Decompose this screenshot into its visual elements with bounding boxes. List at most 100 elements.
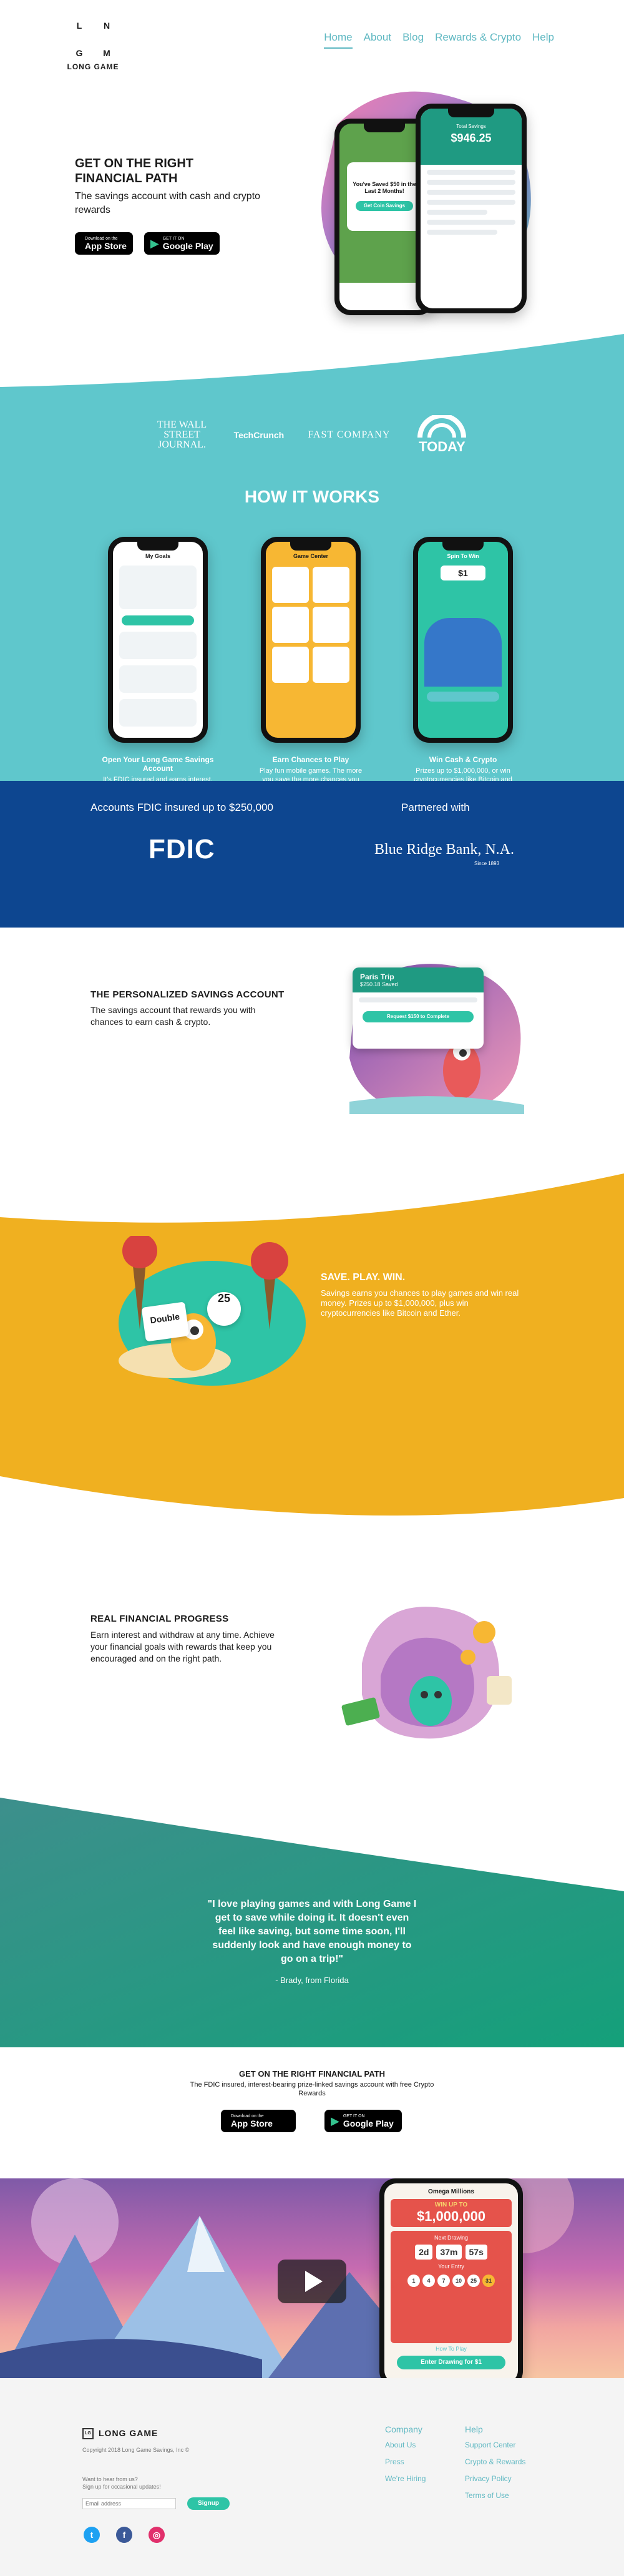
how-step-2-title: Earn Chances to Play: [272, 755, 349, 764]
savings-goal-card: Paris Trip $250.18 Saved Request $150 to…: [353, 967, 484, 1049]
cta-subtitle: The FDIC insured, interest-bearing prize…: [190, 2081, 434, 2097]
press-techcrunch: TechCrunch: [233, 430, 285, 440]
your-entry-label: Your Entry: [438, 2263, 464, 2270]
footer-link-privacy[interactable]: Privacy Policy: [465, 2474, 525, 2483]
how-phone-2: Game Center: [261, 537, 361, 743]
logo-grid: L N G M: [65, 19, 121, 60]
play-text: Savings earns you chances to play games …: [321, 1288, 519, 1318]
entry-number: 10: [452, 2275, 465, 2287]
nav-rewards-crypto[interactable]: Rewards & Crypto: [435, 31, 521, 49]
timer-badge: 25: [207, 1292, 241, 1326]
page: L N G M LONG GAME Home About Blog Reward…: [0, 0, 624, 2576]
promo-video[interactable]: Omega Millions WIN UP TO $1,000,000 Next…: [0, 2178, 624, 2378]
countdown-days: 2d: [415, 2245, 433, 2260]
entry-number: 1: [407, 2275, 420, 2287]
footer-link-terms[interactable]: Terms of Use: [465, 2491, 525, 2500]
play-store-icon: ▶: [150, 237, 159, 250]
how-phone-3: Spin To Win $1: [413, 537, 513, 743]
footer-link-support[interactable]: Support Center: [465, 2441, 525, 2449]
next-drawing-label: Next Drawing: [434, 2235, 469, 2241]
video-phone-win-label: WIN UP TO: [434, 2201, 468, 2208]
how-to-play-link[interactable]: How To Play: [384, 2346, 518, 2352]
play-illustration: [119, 1236, 306, 1386]
press-logos: THE WALL STREET JOURNAL. TechCrunch FAST…: [0, 415, 624, 455]
twitter-icon[interactable]: t: [84, 2527, 100, 2543]
footer-logo: LONG GAME: [99, 2428, 158, 2438]
footer-link-about-us[interactable]: About Us: [385, 2441, 426, 2449]
how-step-1-title: Open Your Long Game Savings Account: [102, 755, 214, 773]
savings-card-value: $250.18 Saved: [360, 981, 398, 987]
logo-letter: L: [76, 21, 82, 31]
testimonial-author: - Brady, from Florida: [275, 1976, 349, 1985]
logo[interactable]: L N G M LONG GAME: [65, 19, 121, 71]
footer: LG LONG GAME Copyright 2018 Long Game Sa…: [0, 2378, 624, 2576]
header: L N G M LONG GAME Home About Blog Reward…: [0, 0, 624, 81]
footer-signup-button[interactable]: Signup: [187, 2497, 230, 2510]
hero-subtitle: The savings account with cash and crypto…: [75, 191, 261, 215]
logo-letter: N: [103, 21, 110, 31]
play-button-icon[interactable]: [278, 2260, 346, 2303]
footer-logo-mark: LG: [82, 2428, 94, 2439]
hero-phone-left-button[interactable]: Get Coin Savings: [356, 201, 413, 211]
cta-app-store-button[interactable]: Download on the App Store: [221, 2110, 296, 2132]
entry-number: 7: [437, 2275, 450, 2287]
partner-label: Partnered with: [401, 801, 470, 813]
countdown-seconds: 57s: [465, 2245, 487, 2260]
footer-link-crypto-rewards[interactable]: Crypto & Rewards: [465, 2457, 525, 2466]
cta-store-buttons: Download on the App Store ▶ GET IT ON Goog…: [221, 2110, 402, 2132]
footer-email-label: Want to hear from us? Sign up for occasi…: [82, 2476, 161, 2490]
hero-phone-right-amount: $946.25: [451, 132, 492, 144]
app-store-button[interactable]: Download on the App Store: [75, 232, 133, 255]
hero-phone-left-title: You've Saved $50 in the Last 2 Months!: [353, 181, 416, 194]
cta-title: GET ON THE RIGHT FINANCIAL PATH: [239, 2069, 385, 2079]
how-step-3-title: Win Cash & Crypto: [429, 755, 497, 764]
savings-card-button[interactable]: Request $150 to Complete: [363, 1011, 474, 1022]
press-fastcompany: FAST COMPANY: [308, 429, 391, 440]
google-play-button[interactable]: ▶ GET IT ON Google Play: [144, 232, 220, 255]
logo-letter: M: [103, 48, 110, 58]
blue-ridge-bank-since: Since 1893: [474, 861, 500, 866]
press-wsj: THE WALL STREET JOURNAL.: [157, 419, 207, 450]
testimonial-quote: "I love playing games and with Long Game…: [207, 1899, 417, 1964]
hero-phone-right: Total Savings $946.25: [416, 104, 527, 313]
footer-company-title: Company: [385, 2424, 422, 2434]
savings-text: The savings account that rewards you wit…: [90, 1005, 256, 1027]
play-store-icon: ▶: [331, 2115, 339, 2127]
bank-partner-band: Accounts FDIC insured up to $250,000 Par…: [0, 781, 624, 928]
savings-title: THE PERSONALIZED SAVINGS ACCOUNT: [90, 989, 285, 1000]
facebook-icon[interactable]: f: [116, 2527, 132, 2543]
how-it-works-title: HOW IT WORKS: [244, 487, 380, 506]
nav-help[interactable]: Help: [532, 31, 554, 49]
instagram-icon[interactable]: ◎: [149, 2527, 165, 2543]
video-phone-title: Omega Millions: [428, 2188, 474, 2195]
how-phone-3-value: $1: [441, 566, 485, 580]
entry-number: 31: [482, 2275, 495, 2287]
entry-number: 25: [467, 2275, 480, 2287]
footer-help-title: Help: [465, 2424, 483, 2434]
logo-name: LONG GAME: [67, 62, 119, 71]
nav-about[interactable]: About: [364, 31, 391, 49]
double-card: Double: [141, 1301, 190, 1342]
logo-letter: G: [76, 48, 83, 58]
savings-card-title: Paris Trip: [360, 972, 394, 981]
cta-google-play-button[interactable]: ▶ GET IT ON Google Play: [324, 2110, 402, 2132]
progress-text: Earn interest and withdraw at any time. …: [90, 1630, 275, 1663]
nav-home[interactable]: Home: [324, 31, 353, 49]
press-today: TODAY: [414, 415, 470, 455]
hero-store-buttons: Download on the App Store ▶ GET IT ON Goog…: [75, 232, 220, 255]
footer-link-press[interactable]: Press: [385, 2457, 426, 2466]
hero-title: GET ON THE RIGHT FINANCIAL PATH: [75, 157, 193, 185]
footer-help-column: Help Support Center Crypto & Rewards Pri…: [465, 2424, 525, 2508]
today-sun-icon: [417, 415, 467, 438]
how-phone-1: My Goals: [108, 537, 208, 743]
play-title: SAVE. PLAY. WIN.: [321, 1272, 406, 1283]
nav-blog[interactable]: Blog: [402, 31, 424, 49]
enter-drawing-button[interactable]: Enter Drawing for $1: [397, 2356, 505, 2369]
main-nav: Home About Blog Rewards & Crypto Help: [324, 31, 554, 49]
video-phone-prize: $1,000,000: [416, 2208, 486, 2224]
fdic-label: Accounts FDIC insured up to $250,000: [90, 801, 273, 813]
footer-company-column: Company About Us Press We're Hiring: [385, 2424, 426, 2491]
progress-illustration: [341, 1607, 512, 1739]
footer-email-input[interactable]: [82, 2498, 176, 2509]
footer-link-hiring[interactable]: We're Hiring: [385, 2474, 426, 2483]
